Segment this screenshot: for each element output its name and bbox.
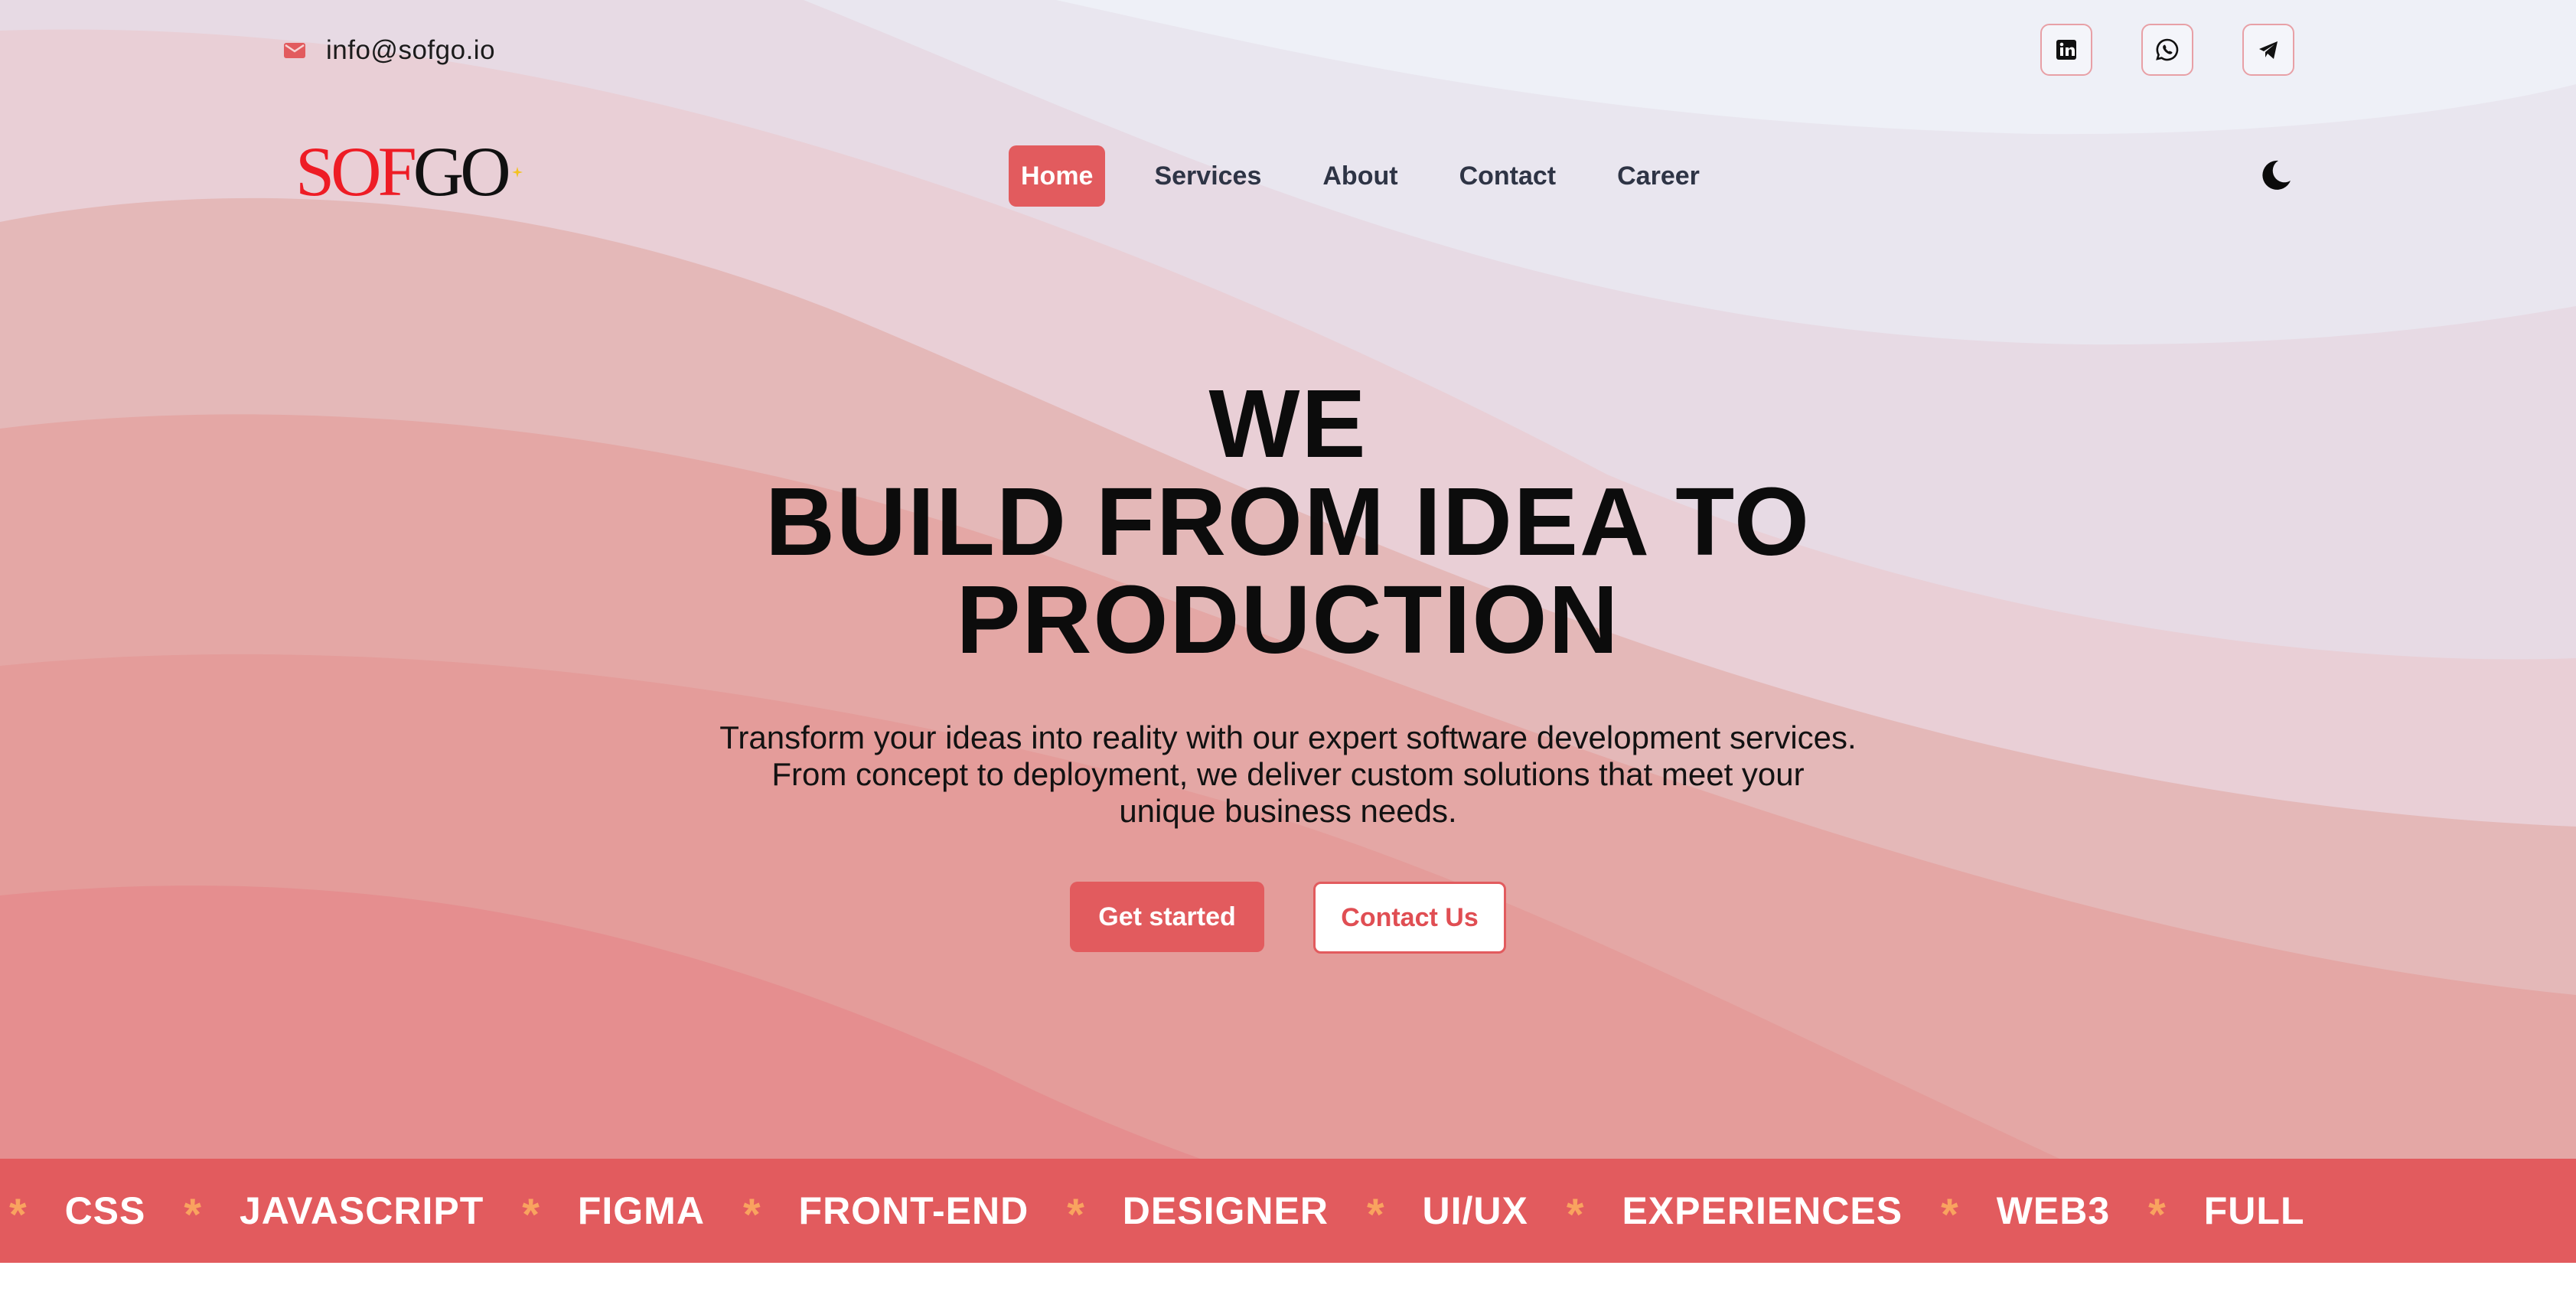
whatsapp-icon [2156,38,2179,61]
nav-item-contact[interactable]: Contact [1447,145,1569,207]
marquee-tag: FRONT-END [798,1189,1029,1232]
asterisk-icon: * [1067,1190,1084,1240]
marquee-tag: CSS [64,1189,146,1232]
marquee-tag: EXPERIENCES [1622,1189,1903,1232]
nav-item-home[interactable]: Home [1009,145,1106,207]
moon-icon [2262,160,2291,190]
hero-subtitle-line: From concept to deployment, we deliver c… [771,756,1805,792]
asterisk-icon: * [2148,1190,2166,1240]
marquee-tag: UI/UX [1422,1189,1528,1232]
marquee-tag: FIGMA [577,1189,705,1232]
sofgo-logo[interactable]: SOF GO [295,132,523,210]
get-started-button[interactable]: Get started [1070,882,1264,952]
telegram-link[interactable] [2242,24,2294,76]
marquee-tag: FULL [2203,1189,2305,1232]
logo-part-sof: SOF [295,132,417,210]
asterisk-icon: * [742,1190,761,1240]
email-text: info@sofgo.io [326,35,496,65]
nav-item-services[interactable]: Services [1142,145,1273,207]
hero-title: WE BUILD FROM IDEA TO PRODUCTION [523,375,2053,669]
theme-toggle-button[interactable] [2258,158,2294,193]
whatsapp-link[interactable] [2141,24,2193,76]
hero-title-line: BUILD FROM IDEA TO [765,468,1811,576]
asterisk-icon: * [1566,1190,1584,1240]
hero-subtitle: Transform your ideas into reality with o… [599,719,1977,830]
mail-icon [283,41,306,60]
logo-part-go: GO [412,132,511,210]
nav-item-about[interactable]: About [1310,145,1410,207]
marquee-tag: JAVASCRIPT [239,1189,484,1232]
asterisk-icon: * [184,1190,201,1240]
marquee-track: * CSS * JAVASCRIPT * FIGMA * FRONT-END *… [9,1159,2304,1263]
contact-email[interactable]: info@sofgo.io [283,32,495,69]
asterisk-icon: * [1366,1190,1384,1240]
social-links [2040,24,2294,76]
asterisk-icon: * [9,1190,27,1240]
linkedin-icon [2056,40,2076,60]
linkedin-link[interactable] [2040,24,2092,76]
asterisk-icon: * [1941,1190,1958,1240]
logo-sparkle-icon [511,167,523,178]
nav-item-career[interactable]: Career [1605,145,1712,207]
hero-subtitle-line: Transform your ideas into reality with o… [719,719,1857,755]
marquee-tag: DESIGNER [1122,1189,1329,1232]
tech-marquee: * CSS * JAVASCRIPT * FIGMA * FRONT-END *… [0,1159,2576,1263]
hero-title-line: PRODUCTION [956,566,1620,673]
asterisk-icon: * [522,1190,540,1240]
telegram-icon [2259,41,2278,59]
hero-title-line: WE [1208,370,1368,478]
hero-subtitle-line: unique business needs. [1119,793,1457,829]
contact-us-button[interactable]: Contact Us [1313,882,1506,954]
marquee-tag: WEB3 [1996,1189,2111,1232]
main-nav: Home Services About Contact Career [1009,145,1741,207]
